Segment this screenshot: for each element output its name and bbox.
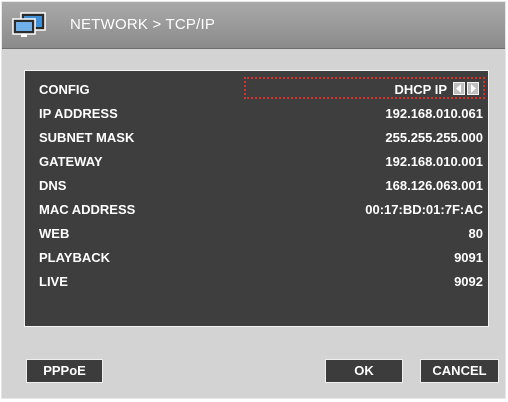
pppoe-button[interactable]: PPPoE bbox=[26, 359, 103, 383]
prev-option-button[interactable] bbox=[453, 82, 465, 95]
ok-button[interactable]: OK bbox=[325, 359, 403, 383]
page-title: NETWORK > TCP/IP bbox=[70, 16, 216, 33]
gateway-label: GATEWAY bbox=[39, 154, 103, 169]
subnet-mask-value[interactable]: 255.255.255.000 bbox=[385, 130, 483, 145]
dns-row: DNS 168.126.063.001 bbox=[39, 175, 483, 197]
mac-address-row: MAC ADDRESS 00:17:BD:01:7F:AC bbox=[39, 199, 483, 221]
mac-address-value: 00:17:BD:01:7F:AC bbox=[365, 202, 483, 217]
config-label: CONFIG bbox=[39, 82, 90, 97]
live-port-row: LIVE 9092 bbox=[39, 271, 483, 293]
titlebar: NETWORK > TCP/IP bbox=[2, 2, 505, 49]
gateway-row: GATEWAY 192.168.010.001 bbox=[39, 151, 483, 173]
cancel-button[interactable]: CANCEL bbox=[420, 359, 499, 383]
next-option-button[interactable] bbox=[467, 82, 479, 95]
playback-port-value[interactable]: 9091 bbox=[454, 250, 483, 265]
live-port-label: LIVE bbox=[39, 274, 68, 289]
ip-address-value[interactable]: 192.168.010.061 bbox=[385, 106, 483, 121]
live-port-value[interactable]: 9092 bbox=[454, 274, 483, 289]
web-port-row: WEB 80 bbox=[39, 223, 483, 245]
playback-port-row: PLAYBACK 9091 bbox=[39, 247, 483, 269]
gateway-value[interactable]: 192.168.010.001 bbox=[385, 154, 483, 169]
tcpip-settings-panel: CONFIG DHCP IP IP ADDRESS 192.168.010.06… bbox=[24, 70, 489, 327]
arrow-left-icon bbox=[456, 84, 461, 93]
dns-value[interactable]: 168.126.063.001 bbox=[385, 178, 483, 193]
subnet-mask-label: SUBNET MASK bbox=[39, 130, 135, 145]
config-value: DHCP IP bbox=[394, 82, 448, 97]
mac-address-label: MAC ADDRESS bbox=[39, 202, 136, 217]
web-port-label: WEB bbox=[39, 226, 70, 241]
subnet-mask-row: SUBNET MASK 255.255.255.000 bbox=[39, 127, 483, 149]
ip-address-label: IP ADDRESS bbox=[39, 106, 118, 121]
web-port-value[interactable]: 80 bbox=[469, 226, 483, 241]
network-monitor-icon bbox=[12, 12, 48, 38]
tcpip-settings-window: NETWORK > TCP/IP CONFIG DHCP IP IP ADDRE… bbox=[1, 1, 506, 399]
arrow-right-icon bbox=[471, 84, 476, 93]
ip-address-row: IP ADDRESS 192.168.010.061 bbox=[39, 103, 483, 125]
dns-label: DNS bbox=[39, 178, 67, 193]
playback-port-label: PLAYBACK bbox=[39, 250, 111, 265]
config-selector[interactable]: DHCP IP bbox=[244, 77, 485, 99]
